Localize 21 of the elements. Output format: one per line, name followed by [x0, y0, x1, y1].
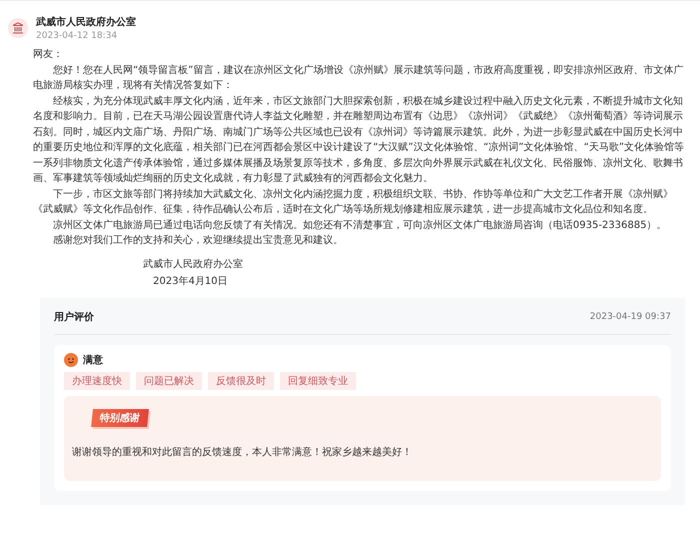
- signature-date: 2023年4月10日: [152, 275, 228, 289]
- reply-paragraph: 感谢您对我们工作的支持和关心，欢迎继续提出宝贵意见和建议。: [52, 234, 344, 248]
- review-tag: 回复细致专业: [280, 372, 356, 390]
- author-name: 武威市人民政府办公室: [36, 15, 136, 29]
- salutation: 网友：: [33, 48, 64, 62]
- smiley-icon: [64, 352, 78, 366]
- rating-label: 满意: [83, 354, 103, 366]
- review-tag: 反馈很及时: [208, 372, 274, 390]
- review-time: 2023-04-19 09:37: [590, 312, 671, 322]
- review-title: 用户评价: [54, 310, 94, 324]
- review-tag: 办理速度快: [64, 372, 130, 390]
- review-comment: 谢谢领导的重视和对此留言的反馈速度，本人非常满意！祝家乡越来越美好！: [72, 446, 413, 458]
- building-icon: [8, 18, 28, 38]
- reply-paragraph: 您好！您在人民网“领导留言板”留言，建议在凉州区文化广场增设《凉州赋》展示建筑等问题，市政府高度重视，即安排凉州区政府、市文体广电旅游局核实办理，现将有关情况答复如下：: [33, 64, 684, 93]
- reply-paragraph: 凉州区文体广电旅游局已通过电话向您反馈了有关情况。如您还有不清楚事宜，可向凉州区文体广电旅游局咨询（电话0935-2336885）。: [52, 218, 668, 232]
- review-tag: 问题已解决: [136, 372, 202, 390]
- thanks-badge: 特别感谢: [91, 408, 149, 426]
- signature-organization: 武威市人民政府办公室: [143, 258, 243, 272]
- reply-paragraph: 下一步，市区文旅等部门将持续加大武威文化、凉州文化内涵挖掘力度，积极组织文联、书协、作协等单位和广大文艺工作者开展《凉州赋》《武威赋》等文化作品创作、征集，待作品确认公布后，适时在文化广场等场所规划修建相应展示建筑，进一步提高城市文化品位和知名度。: [33, 188, 674, 217]
- reply-time: 2023-04-12 18:34: [36, 31, 118, 41]
- reply-paragraph: 经核实，为充分体现武威丰厚文化内涵，近年来，市区文旅部门大胆探索创新，积极在城乡建设过程中融入历史文化元素，不断提升城市文化知名度和影响力。目前，已在天马湖公园设置唐代诗人李益文化雕塑，并在雕塑周边布置有《边思》《凉州词》《武威绝》《凉州葡萄酒》等诗词展示石刻。同时，城区内文庙广场、丹阳广场、南城门广场等公共区域也已设有《凉州词》等诗篇展示建筑。此外，为进一步彰显武威在中国历史长河中的重要历史地位和浑厚的文化底蕴，相关部门已在河西都会景区中设计建设了“大汉赋”汉文化体验馆、“凉州词”文化体验馆、“天马歌”文化体验馆等一系列非物质文化遗产传承体验馆，通过多媒体展播及场景复原等技术，多角度、多层次向外界展示武威在礼仪文化、民俗服饰、凉州文化、歌舞书画、军事建筑等领域灿烂绚丽的历史文化成就，有力彰显了武威独有的河西都会文化魅力。: [33, 94, 686, 186]
